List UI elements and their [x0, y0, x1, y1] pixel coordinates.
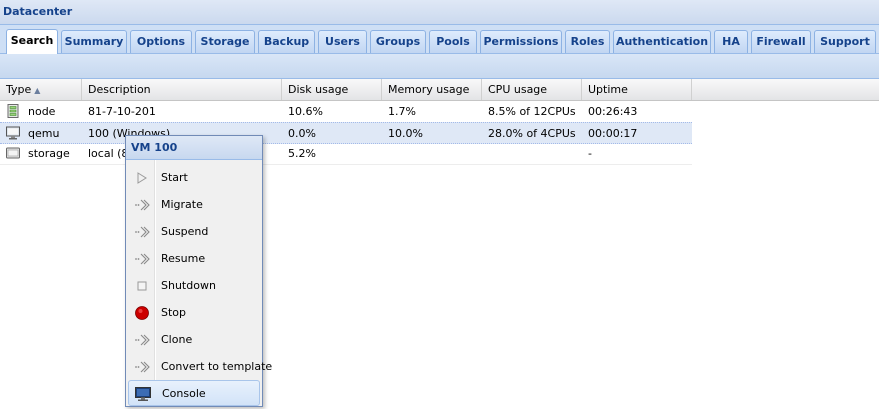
shutdown-icon — [137, 281, 147, 291]
menu-item-stop[interactable]: Stop — [128, 300, 260, 326]
tab-authentication[interactable]: Authentication — [613, 30, 711, 53]
play-icon — [137, 172, 147, 184]
table-row[interactable]: node 81-7-10-201 10.6% 1.7% 8.5% of 12CP… — [0, 101, 692, 123]
column-header-cpu[interactable]: CPU usage — [482, 79, 582, 100]
menu-item-convert-to-template[interactable]: Convert to template — [128, 354, 272, 380]
tab-pools[interactable]: Pools — [429, 30, 477, 53]
server-icon — [7, 104, 19, 118]
menu-item-suspend[interactable]: Suspend — [128, 219, 260, 245]
column-header-description[interactable]: Description — [82, 79, 282, 100]
tab-storage[interactable]: Storage — [195, 30, 255, 53]
context-menu: VM 100 Start Migrate Suspend Resume Shut… — [125, 135, 272, 407]
table-row[interactable]: qemu 100 (Windows) 0.0% 10.0% 28.0% of 4… — [0, 122, 692, 144]
context-menu-title: VM 100 — [126, 136, 262, 160]
menu-item-clone[interactable]: Clone — [128, 327, 260, 353]
menu-item-start[interactable]: Start — [128, 165, 260, 191]
resume-icon — [135, 253, 150, 265]
storage-icon — [6, 147, 20, 159]
toolbar — [0, 54, 879, 79]
migrate-icon — [135, 199, 150, 211]
menu-item-shutdown[interactable]: Shutdown — [128, 273, 260, 299]
console-icon — [135, 387, 151, 401]
tab-permissions[interactable]: Permissions — [480, 30, 562, 53]
tab-summary[interactable]: Summary — [61, 30, 127, 53]
suspend-icon — [135, 226, 150, 238]
column-header-uptime[interactable]: Uptime — [582, 79, 692, 100]
tab-users[interactable]: Users — [318, 30, 367, 53]
sort-asc-icon: ▲ — [34, 86, 41, 95]
tab-options[interactable]: Options — [130, 30, 192, 53]
tab-ha[interactable]: HA — [714, 30, 748, 53]
column-header-type[interactable]: Type ▲ — [0, 79, 82, 100]
clone-icon — [135, 334, 150, 346]
grid-header: Type ▲ Description Disk usage Memory usag… — [0, 79, 879, 101]
tab-bar: Search Summary Options Storage Backup Us… — [0, 25, 879, 54]
menu-item-resume[interactable]: Resume — [128, 246, 260, 272]
monitor-icon — [6, 126, 20, 140]
panel-header: Datacenter — [0, 0, 879, 25]
table-row[interactable]: storage local (8 5.2% - — [0, 143, 692, 165]
tab-search[interactable]: Search — [6, 29, 58, 54]
tab-roles[interactable]: Roles — [565, 30, 610, 53]
stop-icon — [135, 306, 149, 320]
panel-title: Datacenter — [3, 5, 73, 18]
tab-groups[interactable]: Groups — [370, 30, 426, 53]
menu-item-console[interactable]: Console — [128, 380, 260, 406]
tab-backup[interactable]: Backup — [258, 30, 315, 53]
template-icon — [135, 361, 150, 373]
tab-firewall[interactable]: Firewall — [751, 30, 811, 53]
column-header-memory[interactable]: Memory usage — [382, 79, 482, 100]
column-header-disk[interactable]: Disk usage — [282, 79, 382, 100]
menu-item-migrate[interactable]: Migrate — [128, 192, 260, 218]
tab-support[interactable]: Support — [814, 30, 876, 53]
